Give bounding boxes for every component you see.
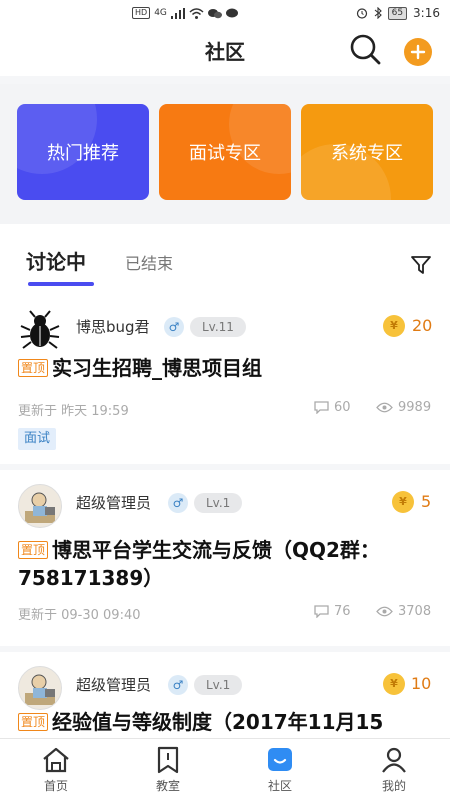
battery-indicator: 65 bbox=[387, 6, 408, 20]
pinned-badge: 置顶 bbox=[18, 541, 49, 559]
male-icon: ♂ bbox=[164, 317, 184, 337]
avatar[interactable] bbox=[18, 308, 62, 352]
comment-count-value: 76 bbox=[334, 604, 351, 619]
admin-avatar-icon bbox=[25, 492, 55, 523]
category-banners: 热门推荐 面试专区 系统专区 bbox=[0, 84, 450, 224]
signal-icon bbox=[170, 7, 185, 19]
pinned-badge: 置顶 bbox=[18, 713, 49, 731]
nav-label: 社区 bbox=[267, 779, 292, 793]
chat-icon bbox=[225, 8, 238, 17]
clock: 3:16 bbox=[413, 6, 440, 20]
alarm-icon bbox=[356, 8, 367, 19]
coin-icon: ¥ bbox=[383, 315, 405, 337]
filter-icon bbox=[411, 256, 431, 274]
view-count: 9989 bbox=[376, 400, 431, 415]
hd-indicator: HD bbox=[132, 7, 151, 19]
author-name[interactable]: 超级管理员 bbox=[76, 492, 151, 513]
level-badge: Lv.11 bbox=[190, 317, 246, 337]
list-item[interactable]: 超级管理员 ♂ Lv.1 ¥ 10 置顶 经验值与等级制度（2017年11月15 bbox=[0, 652, 450, 738]
level-badge: Lv.1 bbox=[194, 493, 243, 513]
wifi-icon bbox=[189, 7, 204, 19]
pinned-badge: 置顶 bbox=[18, 359, 49, 377]
updated-time: 更新于 昨天 19:59 bbox=[18, 404, 129, 419]
view-count-value: 9989 bbox=[398, 400, 432, 415]
status-bar: HD 4G 65 3:16 bbox=[0, 0, 450, 28]
network-indicator: 4G bbox=[154, 8, 167, 18]
eye-icon bbox=[376, 402, 393, 413]
card-label: 系统专区 bbox=[331, 143, 403, 164]
male-icon: ♂ bbox=[168, 675, 188, 695]
post-title[interactable]: 置顶 实习生招聘_博思项目组 bbox=[18, 354, 432, 382]
active-tab-indicator bbox=[28, 282, 94, 286]
nav-classroom[interactable]: 教室 bbox=[138, 745, 198, 794]
author-name[interactable]: 博思bug君 bbox=[76, 316, 150, 337]
card-label: 热门推荐 bbox=[47, 143, 119, 164]
eye-icon bbox=[376, 606, 393, 617]
comment-count: 60 bbox=[314, 400, 351, 415]
view-count-value: 3708 bbox=[398, 604, 432, 619]
nav-community[interactable]: 社区 bbox=[250, 745, 310, 794]
top-header: 社区 bbox=[0, 28, 450, 76]
post-title-text: 实习生招聘_博思项目组 bbox=[52, 356, 263, 380]
updated-time: 更新于 09-30 09:40 bbox=[18, 608, 141, 623]
card-label: 面试专区 bbox=[189, 143, 261, 164]
coin-icon: ¥ bbox=[383, 673, 405, 695]
classroom-icon bbox=[157, 746, 179, 774]
post-title[interactable]: 置顶 经验值与等级制度（2017年11月15 bbox=[18, 708, 383, 736]
avatar[interactable] bbox=[18, 666, 62, 710]
topic-tag[interactable]: 面试 bbox=[18, 428, 57, 450]
tab-ended[interactable]: 已结束 bbox=[125, 250, 173, 274]
system-zone-card[interactable]: 系统专区 bbox=[301, 104, 433, 200]
comment-count-value: 60 bbox=[334, 400, 351, 415]
nav-label: 我的 bbox=[381, 779, 406, 793]
nav-label: 教室 bbox=[155, 779, 180, 793]
list-item[interactable]: 博思bug君 ♂ Lv.11 ¥ 20 置顶 实习生招聘_博思项目组 更新于 昨天… bbox=[0, 294, 450, 464]
avatar[interactable] bbox=[18, 484, 62, 528]
interview-zone-card[interactable]: 面试专区 bbox=[159, 104, 291, 200]
filter-button[interactable] bbox=[410, 254, 432, 276]
discussion-tabs: 讨论中 已结束 bbox=[0, 224, 450, 294]
hot-recommend-card[interactable]: 热门推荐 bbox=[17, 104, 149, 200]
list-item[interactable]: 超级管理员 ♂ Lv.1 ¥ 5 置顶 博思平台学生交流与反馈（QQ2群：7581… bbox=[0, 470, 450, 646]
bottom-nav: 首页 教室 社区 我的 bbox=[0, 738, 450, 800]
home-icon bbox=[43, 747, 69, 773]
level-badge: Lv.1 bbox=[194, 675, 243, 695]
wechat-icon bbox=[207, 8, 222, 18]
view-count: 3708 bbox=[376, 604, 431, 619]
coin-icon: ¥ bbox=[392, 491, 414, 513]
bug-icon bbox=[20, 310, 60, 349]
coin-count: 10 bbox=[411, 674, 432, 693]
profile-icon bbox=[382, 747, 406, 773]
tab-ongoing[interactable]: 讨论中 bbox=[26, 246, 86, 275]
search-icon bbox=[350, 34, 381, 65]
post-title-text: 博思平台学生交流与反馈（QQ2群：758171389） bbox=[18, 538, 380, 590]
post-title[interactable]: 置顶 博思平台学生交流与反馈（QQ2群：758171389） bbox=[18, 536, 432, 592]
add-post-button[interactable] bbox=[404, 38, 432, 66]
nav-home[interactable]: 首页 bbox=[26, 745, 86, 794]
coin-count: 20 bbox=[412, 316, 433, 335]
comment-icon bbox=[314, 401, 329, 414]
admin-avatar-icon bbox=[25, 674, 55, 705]
bluetooth-icon bbox=[374, 7, 382, 19]
comment-icon bbox=[314, 605, 329, 618]
comment-count: 76 bbox=[314, 604, 351, 619]
male-icon: ♂ bbox=[168, 493, 188, 513]
post-title-text: 经验值与等级制度（2017年11月15 bbox=[52, 710, 384, 734]
author-name[interactable]: 超级管理员 bbox=[76, 674, 151, 695]
nav-label: 首页 bbox=[43, 779, 68, 793]
nav-profile[interactable]: 我的 bbox=[364, 745, 424, 794]
plus-icon bbox=[410, 44, 426, 60]
search-button[interactable] bbox=[348, 32, 384, 68]
coin-count: 5 bbox=[421, 492, 432, 511]
community-icon bbox=[268, 748, 292, 771]
